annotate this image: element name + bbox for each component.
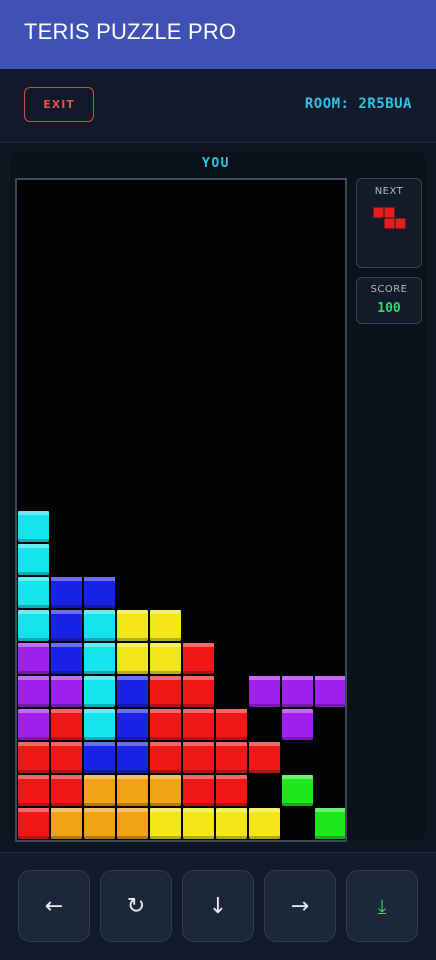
board-block (84, 808, 115, 839)
next-piece-box: NEXT (356, 178, 422, 268)
board-block (183, 709, 214, 740)
board-block (18, 643, 49, 674)
board-grid (18, 511, 345, 839)
board-block (150, 676, 181, 707)
board-block (216, 775, 247, 806)
board-block (183, 676, 214, 707)
board-block (282, 775, 313, 806)
next-piece-block (384, 207, 395, 218)
board-block (18, 610, 49, 641)
board-block (51, 577, 82, 608)
next-piece-block (395, 218, 406, 229)
board-block (216, 709, 247, 740)
board-block (315, 808, 345, 839)
board-block (84, 676, 115, 707)
board-block (84, 709, 115, 740)
board-block (84, 742, 115, 773)
board-block (216, 742, 247, 773)
board-block (249, 808, 280, 839)
board-block (51, 676, 82, 707)
board-block (117, 808, 148, 839)
board-block (18, 709, 49, 740)
game-header: EXIT ROOM: 2R5BUA (0, 69, 436, 143)
move-left-button[interactable]: ← (18, 870, 90, 942)
score-box: SCORE 100 (356, 277, 422, 324)
board-block (18, 676, 49, 707)
board-block (18, 808, 49, 839)
app-title: TERIS PUZZLE PRO (24, 19, 237, 44)
board-block (51, 742, 82, 773)
board-block (117, 709, 148, 740)
board-block (150, 610, 181, 641)
next-piece-block (384, 218, 395, 229)
board-block (51, 775, 82, 806)
exit-button[interactable]: EXIT (24, 87, 94, 122)
player-label: YOU (0, 156, 436, 171)
board-block (51, 643, 82, 674)
board-block (84, 577, 115, 608)
board-block (150, 808, 181, 839)
board-block (150, 775, 181, 806)
board-block (51, 610, 82, 641)
board-block (315, 676, 345, 707)
room-code: ROOM: 2R5BUA (304, 96, 412, 112)
player-label-text: YOU (202, 156, 230, 171)
board-block (117, 742, 148, 773)
board-block (18, 544, 49, 575)
rotate-button[interactable]: ↻ (100, 870, 172, 942)
tetris-board[interactable] (15, 178, 347, 842)
board-block (117, 643, 148, 674)
board-block (150, 709, 181, 740)
board-block (249, 742, 280, 773)
soft-drop-button[interactable]: ↓ (182, 870, 254, 942)
next-label: NEXT (374, 186, 404, 197)
board-block (150, 742, 181, 773)
board-block (84, 643, 115, 674)
board-block (117, 610, 148, 641)
app-bar: TERIS PUZZLE PRO (0, 0, 436, 69)
score-value: 100 (377, 301, 401, 316)
next-piece-preview (373, 207, 406, 229)
board-block (150, 643, 181, 674)
next-piece-block (373, 207, 384, 218)
board-block (51, 709, 82, 740)
move-right-button[interactable]: → (264, 870, 336, 942)
board-block (51, 808, 82, 839)
board-block (282, 676, 313, 707)
board-block (249, 676, 280, 707)
board-block (183, 742, 214, 773)
board-block (117, 676, 148, 707)
board-block (183, 808, 214, 839)
board-block (183, 775, 214, 806)
board-block (18, 775, 49, 806)
board-block (18, 511, 49, 542)
board-block (117, 775, 148, 806)
board-block (282, 709, 313, 740)
board-block (216, 808, 247, 839)
hard-drop-button[interactable]: ⤓ (346, 870, 418, 942)
board-block (18, 742, 49, 773)
score-label: SCORE (370, 284, 408, 295)
board-block (84, 775, 115, 806)
board-block (183, 643, 214, 674)
board-block (84, 610, 115, 641)
board-block (18, 577, 49, 608)
